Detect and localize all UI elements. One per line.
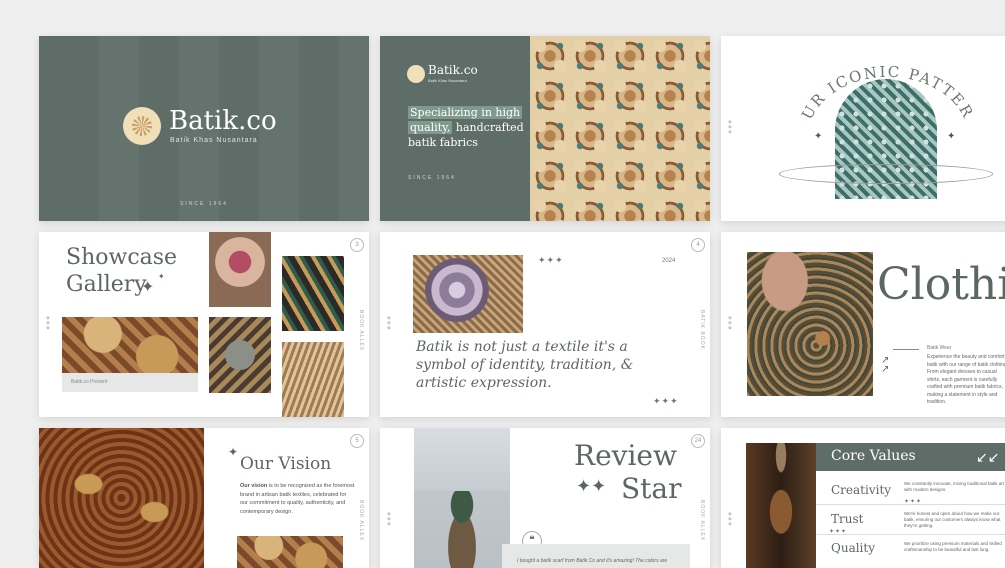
ellipse-base [779, 164, 993, 184]
diamonds-icon: ✦✦✦ [829, 529, 848, 535]
page-number: 5 [350, 434, 364, 448]
headline: Specializing in high quality, handcrafte… [408, 106, 524, 149]
review-box: I bought a batik scarf from Batik.Co and… [502, 544, 690, 568]
vertical-label: BOOK ALLEX [358, 310, 364, 352]
sparkle-icon: ✦ [814, 131, 823, 142]
sparkle-icon: ✦ [228, 445, 239, 459]
batik-pattern-image [530, 36, 710, 221]
clothing-title: Clothing [877, 259, 1005, 310]
logo-icon [123, 107, 161, 145]
vision-title: Our Vision [240, 454, 332, 474]
review-title: Review [574, 439, 677, 472]
review-title-2: Star [621, 472, 682, 505]
slide-iconic-pattern[interactable]: OUR ICONIC PATTERN ✦ ✦ ⋄⋄⋄ [721, 36, 1005, 221]
vertical-label: BATIK BOOK [699, 310, 705, 350]
gallery-photo-3 [209, 317, 271, 393]
slide-clothing[interactable]: Clothing Batik Wear Experience the beaut… [721, 232, 1005, 417]
slide-intro[interactable]: Batik.co Batik Khas Nusantara Specializi… [380, 36, 710, 221]
gallery-title: Showcase Gallery [66, 245, 178, 297]
side-ornament-icon: ⋄ ⋄ ⋄ [727, 315, 733, 332]
since-label: SINCE 1964 [408, 175, 456, 181]
sparkle-icon: ✦✦ [576, 476, 607, 496]
diamonds-icon: ✦✦✦ [904, 499, 923, 505]
vision-photo [237, 536, 343, 568]
boutique-photo [746, 443, 816, 568]
page-number: 4 [691, 238, 705, 252]
gallery-photo-1 [209, 232, 271, 307]
arrow-icon: ↗ ↗ [881, 355, 890, 375]
gallery-main-photo [62, 317, 198, 373]
quote-text: Batik is not just a textile it's a symbo… [416, 339, 634, 391]
gallery-caption-bar: Batik.co Present [62, 373, 198, 392]
slide-core-values[interactable]: Core Values ↙↙ Creativity We constantly … [721, 428, 1005, 568]
diamonds-icon: ✦✦✦ [653, 396, 679, 406]
sparkle-icon: ✦ [141, 279, 155, 296]
since-label: SINCE 1964 [180, 201, 228, 207]
side-ornament-icon: ⋄ ⋄ ⋄ [386, 511, 392, 528]
gallery-photo-4 [282, 342, 344, 417]
brand-tagline: Batik Khas Nusantara [428, 78, 467, 83]
side-ornament-icon: ⋄ ⋄ ⋄ [386, 315, 392, 332]
side-ornament-icon: ⋄ ⋄ ⋄ [45, 315, 51, 332]
side-ornament-icon: ⋄ ⋄ ⋄ [727, 511, 733, 528]
sparkle-small-icon: ✦ [158, 272, 165, 281]
vertical-label: BOOK ALLEX [699, 500, 705, 542]
slide-vision[interactable]: ✦ Our Vision Our vision is to be recogni… [39, 428, 369, 568]
sparkle-icon: ✦ [947, 131, 956, 142]
clothing-subtitle: Batik Wear [927, 345, 952, 351]
vision-body: Our vision is to be recognized as the fo… [240, 483, 355, 515]
year-label: 2024 [662, 258, 676, 264]
embroidery-photo [413, 255, 523, 333]
brand-name: Batik.co [169, 106, 277, 136]
gallery-photo-2 [282, 256, 344, 331]
brand-tagline: Batik Khas Nusantara [170, 137, 258, 144]
side-ornament-icon: ⋄ ⋄ ⋄ [727, 119, 733, 136]
arrow-icon: ↙↙ [976, 449, 1000, 465]
slide-showcase-gallery[interactable]: Showcase Gallery ✦ ✦ Batik.co Present 3 … [39, 232, 369, 417]
model-photo [414, 428, 510, 568]
core-values-header: Core Values ↙↙ [816, 443, 1005, 471]
logo-icon [407, 65, 425, 83]
slide-review[interactable]: Review ✦✦ Star ❝ I bought a batik scarf … [380, 428, 710, 568]
brand-name: Batik.co [428, 63, 478, 77]
clothing-body: Experience the beauty and comfort of bat… [927, 354, 1005, 405]
page-number: 3 [350, 238, 364, 252]
page-number: 24 [691, 434, 705, 448]
diamonds-icon: ✦✦✦ [538, 255, 564, 265]
value-row: Quality We prioritize using premium mate… [831, 541, 1002, 555]
shirt-photo [747, 252, 873, 396]
slide-cover[interactable]: Batik.co Batik Khas Nusantara SINCE 1964 [39, 36, 369, 221]
divider-line [893, 349, 919, 350]
slide-quote[interactable]: ✦✦✦ 2024 Batik is not just a textile it'… [380, 232, 710, 417]
vision-fabric-photo [39, 428, 204, 568]
vertical-label: BOOK ALLEX [358, 500, 364, 542]
